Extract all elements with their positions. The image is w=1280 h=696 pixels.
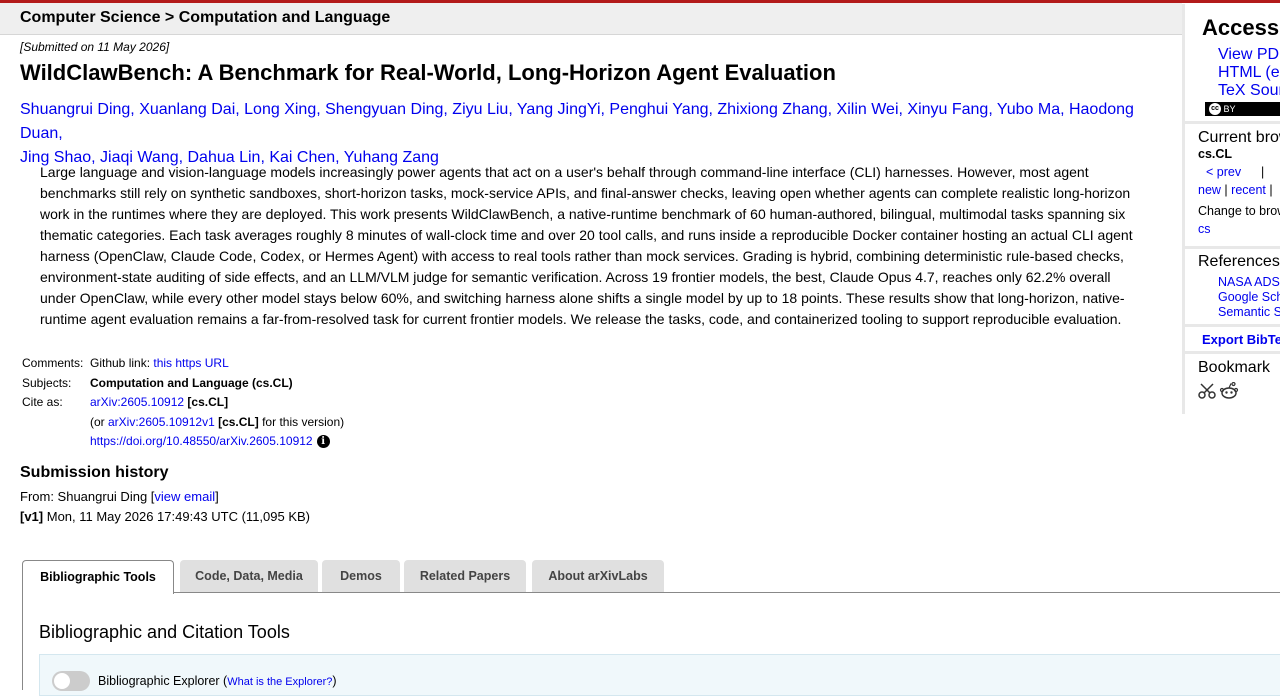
subjects-value: Computation and Language (cs.CL) (90, 375, 293, 390)
reddit-icon[interactable] (1219, 382, 1239, 400)
breadcrumb[interactable]: Computer Science > Computation and Langu… (20, 9, 390, 27)
doi-link[interactable]: https://doi.org/10.48550/arXiv.2605.1091… (90, 434, 313, 448)
nav-separator: | (1261, 165, 1265, 179)
new-link[interactable]: new (1198, 183, 1221, 197)
github-link[interactable]: this https URL (153, 356, 228, 370)
subjects-label: Subjects: (22, 375, 72, 390)
sidebar: Access View PDF HTML (experimental) TeX … (1182, 4, 1280, 414)
cc-license-badge[interactable]: cc BY (1205, 102, 1280, 116)
version-text: Mon, 11 May 2026 17:49:43 UTC (11,095 KB… (43, 509, 311, 524)
from-suffix: ] (215, 489, 219, 504)
bookmark-section: Bookmark (1185, 354, 1280, 414)
author-list[interactable]: Shuangrui Ding, Xuanlang Dai, Long Xing,… (20, 98, 1180, 170)
cite-label: Cite as: (22, 395, 63, 409)
recent-link[interactable]: recent (1231, 183, 1266, 197)
prev-link[interactable]: < prev (1206, 165, 1241, 179)
doi-row: https://doi.org/10.48550/arXiv.2605.1091… (88, 432, 346, 452)
cs-link[interactable]: cs (1198, 222, 1211, 236)
current-browse-label: Current browse context: (1198, 129, 1280, 146)
cite-value: arXiv:2605.10912 [cs.CL] (88, 393, 346, 413)
tab-code-data-media[interactable]: Code, Data, Media (180, 560, 318, 592)
from-prefix: From: Shuangrui Ding [ (20, 489, 155, 504)
breadcrumb-header: Computer Science > Computation and Langu… (0, 3, 1182, 35)
change-browse-label: Change to browse by: (1198, 204, 1280, 218)
access-section: Access View PDF HTML (experimental) TeX … (1185, 4, 1280, 124)
arxiv-id-link[interactable]: arXiv:2605.10912 (90, 395, 184, 409)
submission-history-title: Submission history (20, 464, 169, 481)
references-section: References & Citations NASA ADS Google S… (1185, 249, 1280, 327)
explorer-text: Bibliographic Explorer ( (98, 674, 228, 688)
tab-related-papers[interactable]: Related Papers (404, 560, 526, 592)
export-section: Export BibTeX Citation (1185, 327, 1280, 354)
explorer-toggle[interactable] (52, 671, 90, 691)
comments-label: Comments: (22, 356, 84, 370)
toggle-knob (54, 673, 70, 689)
panel-title: Bibliographic and Citation Tools (39, 622, 290, 642)
bookmark-title: Bookmark (1198, 359, 1271, 376)
cite-or: (or (90, 414, 108, 429)
scissors-bookmark-icon[interactable] (1198, 382, 1216, 400)
comments-text: Github link: (90, 356, 154, 370)
access-title: Access (1202, 15, 1280, 40)
arxiv-v1-link[interactable]: arXiv:2605.10912v1 (108, 415, 215, 429)
tab-bibliographic-tools[interactable]: Bibliographic Tools (22, 560, 174, 594)
cc-icon: cc (1209, 103, 1221, 115)
references-title: References & Citations (1198, 253, 1280, 270)
tab-panel: Bibliographic and Citation Tools Bibliog… (22, 592, 1280, 696)
authors-line-1[interactable]: Shuangrui Ding, Xuanlang Dai, Long Xing,… (20, 98, 1180, 146)
browse-section: Current browse context: cs.CL < prev | n… (1185, 124, 1280, 249)
explorer-label: Bibliographic Explorer (What is the Expl… (98, 674, 337, 688)
version-line: [v1] Mon, 11 May 2026 17:49:43 UTC (11,0… (20, 509, 310, 524)
tab-about-arxivlabs[interactable]: About arXivLabs (532, 560, 664, 592)
cc-label: BY (1223, 104, 1236, 114)
tab-demos[interactable]: Demos (322, 560, 400, 592)
tex-source-link[interactable]: TeX Source (1218, 82, 1280, 100)
cite-version-suffix: for this version) (258, 414, 345, 429)
info-icon[interactable]: i (316, 435, 330, 449)
google-scholar-link[interactable]: Google Scholar (1218, 290, 1280, 304)
browse-links: new | recent | (1198, 183, 1273, 197)
browse-context: cs.CL (1198, 147, 1233, 161)
cite-version: (or arXiv:2605.10912v1 [cs.CL] for this … (88, 413, 346, 433)
tab-bar: Bibliographic Tools Code, Data, Media De… (22, 560, 1280, 594)
explorer-suffix: ) (332, 674, 337, 688)
view-email-link[interactable]: view email (154, 489, 215, 504)
paper-title: WildClawBench: A Benchmark for Real-Worl… (20, 60, 836, 85)
comments-value: Github link: this https URL (88, 354, 346, 374)
html-link[interactable]: HTML (experimental) (1218, 64, 1280, 82)
export-bibtex-link[interactable]: Export BibTeX Citation (1202, 332, 1280, 347)
abstract: Large language and vision-language model… (40, 164, 1133, 327)
browse-separator-2: | (1269, 183, 1273, 197)
browse-separator: | (1224, 183, 1228, 197)
semantic-scholar-link[interactable]: Semantic Scholar (1218, 305, 1280, 319)
version-tag: [v1] (20, 509, 44, 524)
submitter-line: From: Shuangrui Ding [view email] (20, 489, 219, 504)
metadata-table: Comments: Github link: this https URL Su… (20, 354, 346, 452)
view-pdf-link[interactable]: View PDF (1218, 46, 1280, 64)
cite-category: [cs.CL] (184, 395, 229, 409)
nasa-ads-link[interactable]: NASA ADS (1218, 275, 1280, 289)
what-is-explorer-link[interactable]: What is the Explorer? (227, 676, 332, 688)
submission-date: [Submitted on 11 May 2026] (20, 40, 170, 54)
cite-v1-category: [cs.CL] (214, 414, 259, 429)
